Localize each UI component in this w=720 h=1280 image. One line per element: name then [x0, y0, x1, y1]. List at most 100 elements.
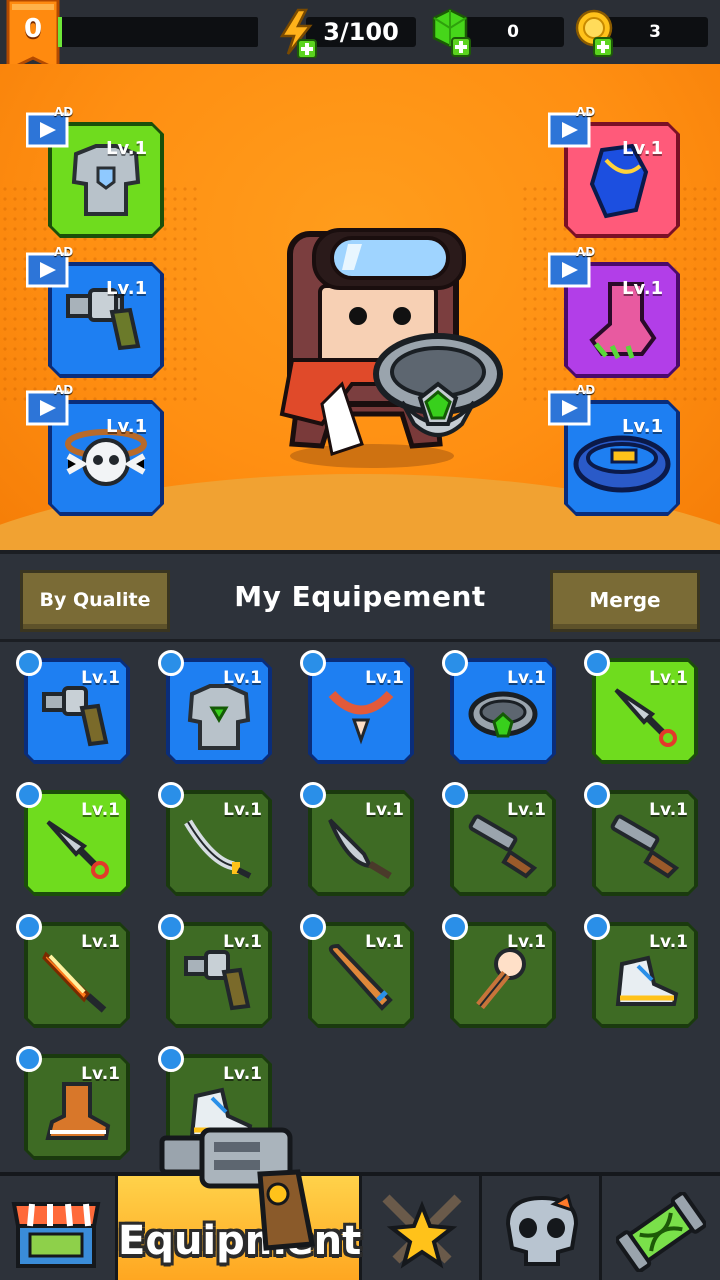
ad-video-icon[interactable]: AD [547, 105, 598, 148]
bat-icon [328, 944, 393, 1011]
item-type-badge [158, 650, 184, 676]
item-level: Lv.1 [81, 668, 120, 688]
revolver-icon [159, 1127, 315, 1251]
inventory-item[interactable]: Lv.1 [442, 650, 558, 766]
machete-icon [328, 818, 392, 880]
equipment-title: My Equipement [234, 580, 486, 613]
energy-add-icon[interactable] [276, 8, 324, 59]
flame-sword-icon [42, 951, 107, 1013]
merge-button[interactable]: Merge [550, 570, 700, 632]
item-type-badge [300, 914, 326, 940]
item-level: Lv.1 [649, 800, 688, 820]
item-type-badge [442, 650, 468, 676]
item-type-badge [442, 914, 468, 940]
skull-icon [505, 1194, 579, 1266]
item-level: Lv.1 [223, 1064, 262, 1084]
revolver-icon [42, 686, 109, 747]
item-level: Lv.1 [365, 932, 404, 952]
ad-label: AD [576, 105, 596, 119]
inventory-item[interactable]: Lv.1 [16, 1046, 132, 1162]
item-level: Lv.1 [81, 932, 120, 952]
inventory-item[interactable]: Lv.1 [158, 782, 274, 898]
inventory-item[interactable]: Lv.1 [300, 914, 416, 1030]
ad-label: AD [54, 105, 74, 119]
slot-level: Lv.1 [622, 278, 664, 299]
sort-by-quality-button[interactable]: By Qualite [20, 570, 170, 632]
ad-label: AD [54, 245, 74, 259]
ad-video-icon[interactable]: AD [25, 105, 76, 148]
slot-level: Lv.1 [106, 138, 148, 159]
item-level: Lv.1 [223, 800, 262, 820]
kunai-icon [46, 820, 109, 879]
slot-level: Lv.1 [106, 278, 148, 299]
sneaker-icon [615, 955, 679, 1006]
item-level: Lv.1 [507, 800, 546, 820]
item-type-badge [16, 1046, 42, 1072]
inventory-item[interactable]: Lv.1 [16, 650, 132, 766]
gold-add-icon[interactable] [574, 8, 622, 58]
inventory-item[interactable]: Lv.1 [16, 914, 132, 1030]
ring-icon [468, 691, 538, 738]
shotgun-icon [610, 814, 680, 879]
slot-level: Lv.1 [622, 416, 664, 437]
hero-showcase: Lv.1 AD Lv.1 AD Lv.1 AD Lv.1 AD Lv.1 AD … [0, 64, 720, 550]
item-level: Lv.1 [649, 668, 688, 688]
inventory-item[interactable]: Lv.1 [584, 650, 700, 766]
item-level: Lv.1 [81, 800, 120, 820]
item-level: Lv.1 [507, 668, 546, 688]
inventory-item[interactable]: Lv.1 [158, 914, 274, 1030]
item-level: Lv.1 [81, 1064, 120, 1084]
ad-label: AD [54, 383, 74, 397]
ad-video-icon[interactable]: AD [547, 383, 598, 426]
ad-video-icon[interactable]: AD [547, 245, 598, 288]
item-type-badge [584, 782, 610, 808]
item-type-badge [158, 782, 184, 808]
inventory-item[interactable]: Lv.1 [300, 782, 416, 898]
armor-icon [187, 684, 251, 750]
inventory-item[interactable]: Lv.1 [584, 782, 700, 898]
item-level: Lv.1 [223, 932, 262, 952]
item-level: Lv.1 [507, 932, 546, 952]
ad-label: AD [576, 245, 596, 259]
necklace-icon [328, 690, 394, 745]
item-type-badge [300, 782, 326, 808]
katana-icon [184, 819, 252, 879]
tab-battle[interactable] [362, 1176, 482, 1280]
slot-level: Lv.1 [622, 138, 664, 159]
tab-shop[interactable] [0, 1176, 118, 1280]
inventory-item[interactable]: Lv.1 [16, 782, 132, 898]
revolver-icon [184, 950, 251, 1011]
item-type-badge [16, 914, 42, 940]
item-type-badge [584, 914, 610, 940]
tab-challenge[interactable] [482, 1176, 602, 1280]
ad-video-icon[interactable]: AD [25, 383, 76, 426]
item-level: Lv.1 [223, 668, 262, 688]
item-type-badge [16, 782, 42, 808]
item-level: Lv.1 [649, 932, 688, 952]
dna-capsule-icon [616, 1192, 706, 1272]
tab-evolution[interactable] [602, 1176, 720, 1280]
item-type-badge [584, 650, 610, 676]
inventory-item[interactable]: Lv.1 [158, 650, 274, 766]
kunai-icon [614, 688, 677, 747]
gem-add-icon[interactable] [432, 8, 480, 58]
inventory-item[interactable]: Lv.1 [442, 914, 558, 1030]
shop-icon [11, 1202, 101, 1268]
slot-level: Lv.1 [106, 416, 148, 437]
inventory-item[interactable]: Lv.1 [442, 782, 558, 898]
equipment-header: By Qualite My Equipement Merge [0, 550, 720, 642]
spiked-bat-icon [476, 948, 526, 1010]
xp-fill [58, 17, 62, 47]
item-level: Lv.1 [365, 800, 404, 820]
xp-bar [58, 17, 258, 47]
top-bar: 0 3/100 0 3 [0, 0, 720, 73]
inventory-item[interactable]: Lv.1 [584, 914, 700, 1030]
item-type-badge [300, 650, 326, 676]
player-level: 0 [23, 14, 43, 44]
item-type-badge [442, 782, 468, 808]
inventory-item[interactable]: Lv.1 [300, 650, 416, 766]
inventory-grid: Lv.1 Lv.1 Lv.1 Lv.1 Lv.1 Lv.1 Lv.1 Lv.1 Lv.1 Lv.1… [0, 642, 720, 1172]
ad-video-icon[interactable]: AD [25, 245, 76, 288]
crossed-swords-star-icon [382, 1194, 462, 1269]
ad-label: AD [576, 383, 596, 397]
